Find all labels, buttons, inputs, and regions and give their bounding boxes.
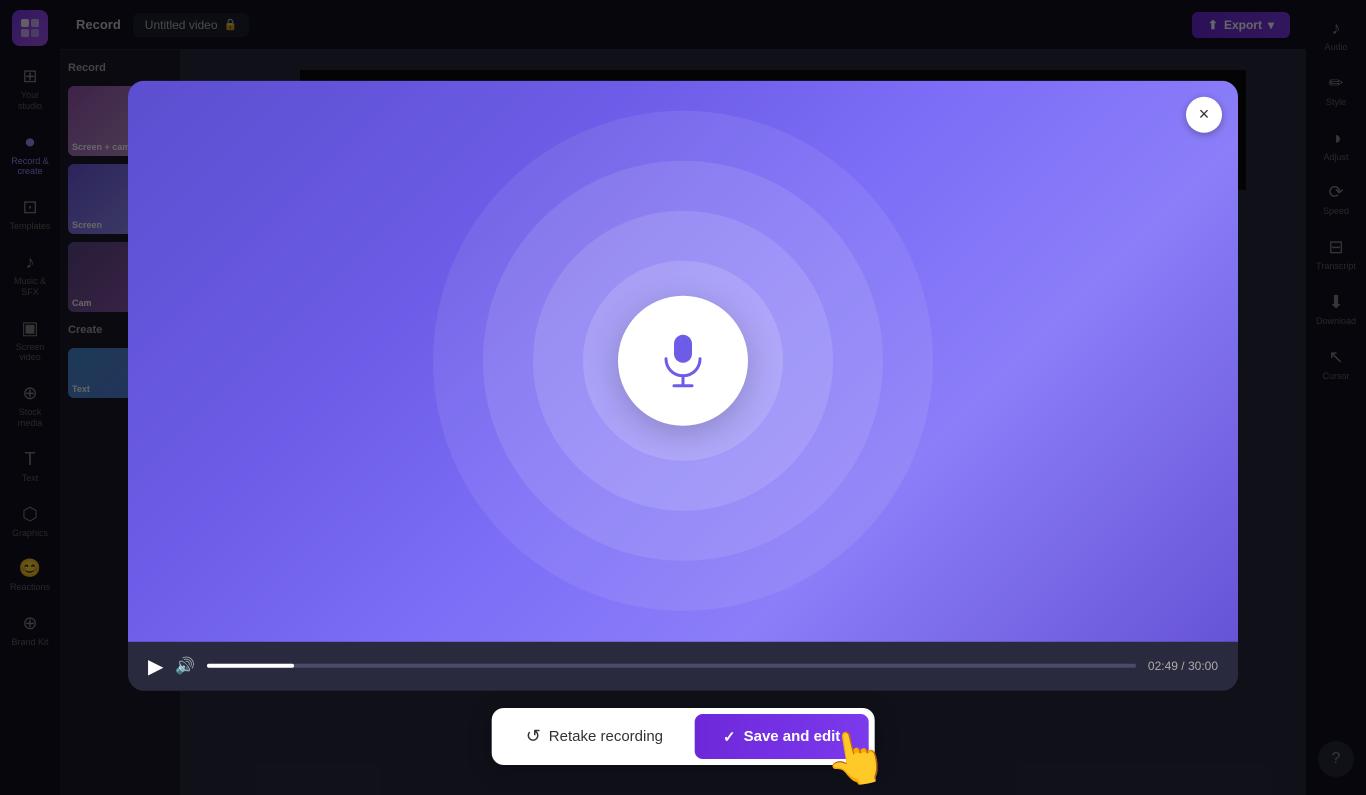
- progress-bar-container: ▶ 🔊 02:49 / 30:00: [128, 641, 1238, 690]
- progress-fill: [207, 664, 293, 668]
- retake-recording-button[interactable]: ↺ Retake recording: [498, 714, 691, 759]
- microphone-circle: [618, 296, 748, 426]
- save-checkmark-icon: ✓: [723, 728, 736, 746]
- play-button[interactable]: ▶: [148, 653, 163, 678]
- time-display: 02:49 / 30:00: [1148, 659, 1218, 673]
- action-buttons-container: ↺ Retake recording ✓ Save and edit 👆: [492, 708, 875, 765]
- recording-modal: × ▶ 🔊 02:49 / 30:00: [128, 80, 1238, 690]
- volume-button[interactable]: 🔊: [175, 656, 195, 676]
- current-time: 02:49: [1148, 659, 1178, 673]
- retake-label: Retake recording: [549, 728, 663, 745]
- close-icon: ×: [1199, 104, 1210, 125]
- retake-icon: ↺: [526, 726, 541, 747]
- video-area: [128, 80, 1238, 641]
- progress-track[interactable]: [207, 664, 1136, 668]
- microphone-icon: [658, 333, 708, 389]
- time-separator: /: [1181, 659, 1188, 673]
- save-label: Save and edit: [744, 728, 841, 745]
- save-and-edit-button[interactable]: ✓ Save and edit 👆: [695, 714, 868, 759]
- total-time: 30:00: [1188, 659, 1218, 673]
- modal-close-button[interactable]: ×: [1186, 96, 1222, 132]
